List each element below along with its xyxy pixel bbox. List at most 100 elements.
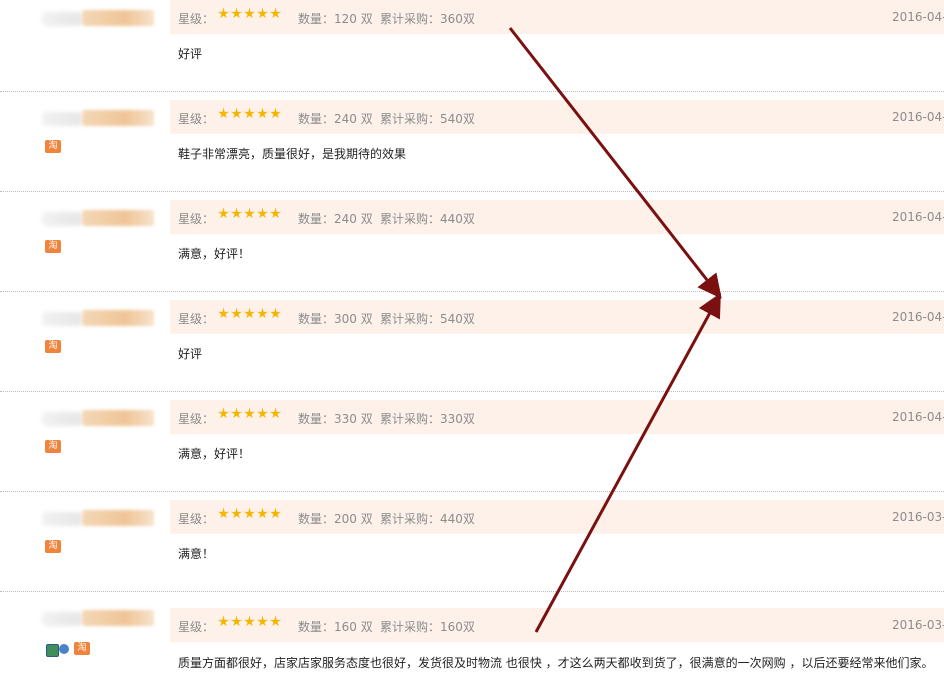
review-row: 淘 星级： 数量：240 双 累计采购：440双 2016-04- 满意，好评！ [0, 192, 944, 292]
cumulative-purchase: 累计采购：360双 [380, 10, 475, 27]
star-icon [270, 208, 281, 219]
review-date: 2016-04- [892, 310, 944, 324]
taobao-badge-icon: 淘 [45, 340, 61, 353]
rating-label: 星级： [178, 12, 215, 26]
review-row: 淘 星级： 数量：160 双 累计采购：160双 2016-03- 质量方面都很… [0, 592, 944, 680]
reviewer-name[interactable]: 淘 [38, 506, 168, 556]
review-date: 2016-03- [892, 510, 944, 524]
star-icon [244, 208, 255, 219]
quantity-value: 120 双 [334, 12, 373, 26]
cumulative-value: 440双 [440, 512, 475, 526]
star-icon [218, 108, 229, 119]
review-content: 鞋子非常漂亮，质量很好，是我期待的效果 [178, 147, 407, 161]
cumulative-label: 累计采购： [380, 512, 441, 526]
review-meta: 星级： 数量：200 双 累计采购：440双 2016-03- [170, 500, 944, 534]
star-icon [257, 408, 268, 419]
rating-label: 星级： [178, 412, 215, 426]
star-icon [244, 508, 255, 519]
blurred-username [82, 310, 154, 326]
review-meta: 星级： 数量：300 双 累计采购：540双 2016-04- [170, 300, 944, 334]
star-icon [231, 208, 242, 219]
review-content: 质量方面都很好，店家店家服务态度也很好，发货很及时物流 也很快 ，才这么两天都收… [178, 656, 934, 670]
reviewer-name[interactable]: 淘 [38, 406, 168, 456]
reviewer-name[interactable]: 淘 [38, 606, 168, 657]
cumulative-purchase: 累计采购：540双 [380, 310, 475, 327]
blurred-username [42, 612, 82, 626]
review-content: 好评 [178, 347, 203, 361]
star-icon [218, 8, 229, 19]
cumulative-purchase: 累计采购：440双 [380, 210, 475, 227]
review-meta: 星级： 数量：330 双 累计采购：330双 2016-04- [170, 400, 944, 434]
review-content: 好评 [178, 47, 203, 61]
quantity-label: 数量： [298, 12, 335, 26]
star-icon [257, 108, 268, 119]
cumulative-value: 540双 [440, 112, 475, 126]
quantity-value: 330 双 [334, 412, 373, 426]
blurred-username [82, 210, 154, 226]
rating-label: 星级： [178, 112, 215, 126]
quantity: 数量：330 双 [298, 410, 373, 427]
star-icon [270, 308, 281, 319]
quantity: 数量：160 双 [298, 618, 373, 635]
quantity-label: 数量： [298, 212, 335, 226]
taobao-badge-icon: 淘 [45, 140, 61, 153]
rating-label: 星级： [178, 512, 215, 526]
star-icon [231, 308, 242, 319]
cumulative-value: 160双 [440, 620, 475, 634]
review-row: 淘 星级： 数量：330 双 累计采购：330双 2016-04- 满意，好评！ [0, 392, 944, 492]
blurred-username [82, 410, 154, 426]
quantity: 数量：120 双 [298, 10, 373, 27]
star-icon [218, 308, 229, 319]
blurred-username [82, 610, 154, 626]
review-list: 星级： 数量：120 双 累计采购：360双 2016-04- 好评 淘 星级：… [0, 0, 944, 680]
reviewer-name[interactable] [38, 6, 168, 56]
review-date: 2016-04- [892, 410, 944, 424]
cumulative-purchase: 累计采购：330双 [380, 410, 475, 427]
rating-stars [218, 208, 283, 222]
review-row: 淘 星级： 数量：240 双 累计采购：540双 2016-04- 鞋子非常漂亮… [0, 92, 944, 192]
blurred-username [42, 12, 82, 26]
review-meta: 星级： 数量：240 双 累计采购：540双 2016-04- [170, 100, 944, 134]
review-date: 2016-04- [892, 110, 944, 124]
quantity-value: 240 双 [334, 212, 373, 226]
cumulative-purchase: 累计采购：440双 [380, 510, 475, 527]
quantity: 数量：200 双 [298, 510, 373, 527]
blurred-username [42, 312, 82, 326]
rating-stars [218, 408, 283, 422]
reviewer-name[interactable]: 淘 [38, 206, 168, 256]
quantity-value: 160 双 [334, 620, 373, 634]
quantity-value: 300 双 [334, 312, 373, 326]
star-icon [257, 508, 268, 519]
quantity: 数量：300 双 [298, 310, 373, 327]
quantity-label: 数量： [298, 112, 335, 126]
review-meta: 星级： 数量：120 双 累计采购：360双 2016-04- [170, 0, 944, 34]
star-icon [257, 308, 268, 319]
cumulative-label: 累计采购： [380, 620, 441, 634]
star-icon [218, 508, 229, 519]
star-icon [218, 616, 229, 627]
taobao-badge-icon: 淘 [45, 240, 61, 253]
star-icon [270, 408, 281, 419]
review-meta: 星级： 数量：240 双 累计采购：440双 2016-04- [170, 200, 944, 234]
star-icon [244, 616, 255, 627]
rating-stars [218, 616, 283, 630]
cumulative-value: 540双 [440, 312, 475, 326]
star-icon [257, 208, 268, 219]
star-icon [231, 616, 242, 627]
star-icon [257, 616, 268, 627]
quantity-label: 数量： [298, 412, 335, 426]
cumulative-purchase: 累计采购：160双 [380, 618, 475, 635]
taobao-badge-icon: 淘 [74, 642, 90, 655]
review-row: 淘 星级： 数量：300 双 累计采购：540双 2016-04- 好评 [0, 292, 944, 392]
star-icon [218, 408, 229, 419]
quantity-value: 200 双 [334, 512, 373, 526]
star-icon [270, 8, 281, 19]
rating-stars [218, 8, 283, 22]
credit-badge-icon [59, 644, 69, 654]
reviewer-name[interactable]: 淘 [38, 106, 168, 156]
star-icon [244, 408, 255, 419]
reviewer-name[interactable]: 淘 [38, 306, 168, 356]
star-icon [244, 8, 255, 19]
quantity-value: 240 双 [334, 112, 373, 126]
quantity-label: 数量： [298, 312, 335, 326]
